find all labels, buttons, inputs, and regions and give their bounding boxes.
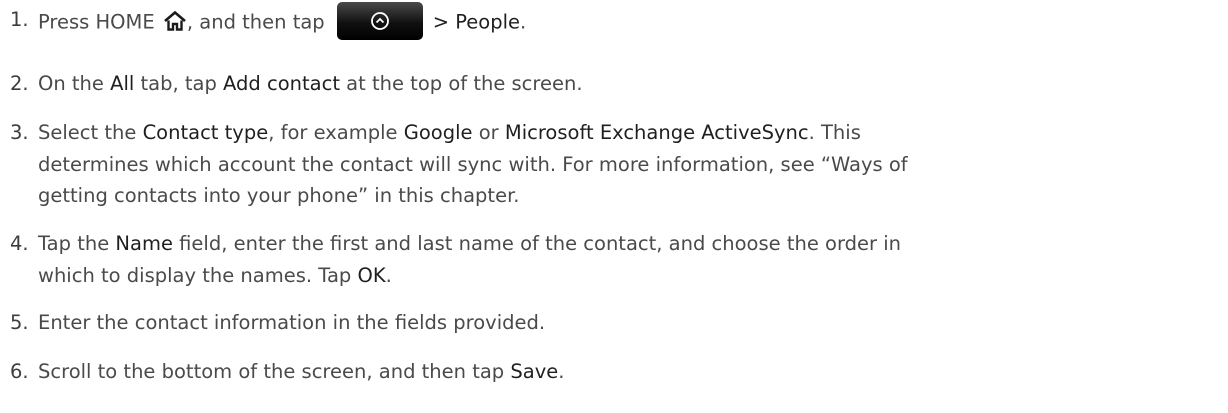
step-text: On the All tab, tap Add contact at the t… [38, 68, 1222, 100]
step-line: Tap the Name field, enter the first and … [38, 228, 1222, 260]
step-text: Tap the Name field, enter the first and … [38, 228, 1222, 291]
step-number: 1. [10, 8, 29, 31]
step-text-part: . [558, 360, 565, 383]
step-emphasis: Name [115, 232, 173, 255]
step-2: 2. On the All tab, tap Add contact at th… [10, 68, 1222, 100]
app-launcher-button [336, 2, 423, 40]
step-number: 5. [10, 311, 29, 334]
step-text: Press HOME , and then tap > People. [38, 2, 1222, 42]
step-6: 6. Scroll to the bottom of the screen, a… [10, 356, 1222, 388]
step-line: Select the Contact type, for example Goo… [38, 117, 1222, 149]
step-emphasis: Microsoft Exchange ActiveSync [504, 121, 809, 144]
step-emphasis: Save [510, 360, 559, 383]
step-number: 4. [10, 232, 29, 255]
step-4: 4. Tap the Name field, enter the first a… [10, 228, 1222, 291]
step-text-part: which to display the names. Tap [38, 263, 358, 287]
step-number: 3. [10, 121, 29, 144]
step-text-part: Tap the [38, 232, 116, 255]
app-launcher-icon [370, 12, 389, 30]
step-text-part: On the [38, 72, 111, 95]
step-emphasis: All [110, 72, 135, 95]
home-icon [163, 10, 187, 31]
step-text-part: , and then tap [186, 10, 325, 34]
step-3: 3. Select the Contact type, for example … [10, 117, 1222, 212]
step-text-part: Select the [38, 121, 143, 144]
step-text-part: , for example [268, 121, 404, 144]
step-text-part: at the top of the screen. [339, 72, 583, 95]
step-text-part: > People [432, 10, 521, 34]
step-line: getting contacts into your phone” in thi… [38, 184, 520, 207]
step-text-part: field, enter the first and last name of … [172, 232, 902, 255]
step-emphasis: Contact type [142, 121, 269, 144]
step-text-part: . [520, 10, 527, 34]
step-emphasis: OK [357, 263, 386, 287]
step-text-part: . [385, 263, 392, 287]
step-line: determines which account the contact wil… [38, 152, 908, 176]
step-5: 5. Enter the contact information in the … [10, 307, 1222, 339]
step-number: 2. [10, 72, 29, 95]
instruction-steps: 1. Press HOME , and then tap > People. 2.… [0, 0, 1228, 413]
step-1: 1. Press HOME , and then tap > People. [10, 2, 1222, 42]
step-text-part: Enter the contact information in the fie… [38, 311, 546, 334]
step-emphasis: Add contact [223, 72, 340, 95]
step-text-part: Press HOME [38, 10, 161, 34]
step-emphasis: Google [403, 121, 473, 144]
step-text-part: tab, tap [134, 72, 224, 95]
step-text: Scroll to the bottom of the screen, and … [38, 356, 1222, 388]
step-text: Enter the contact information in the fie… [38, 307, 1222, 339]
step-number: 6. [10, 360, 29, 383]
step-text-part: or [472, 121, 505, 144]
step-text-part: Scroll to the bottom of the screen, and … [38, 360, 511, 383]
step-text-part: . This [808, 121, 861, 144]
step-text: Select the Contact type, for example Goo… [38, 117, 1222, 212]
step-line: which to display the names. Tap OK. [38, 260, 1222, 292]
